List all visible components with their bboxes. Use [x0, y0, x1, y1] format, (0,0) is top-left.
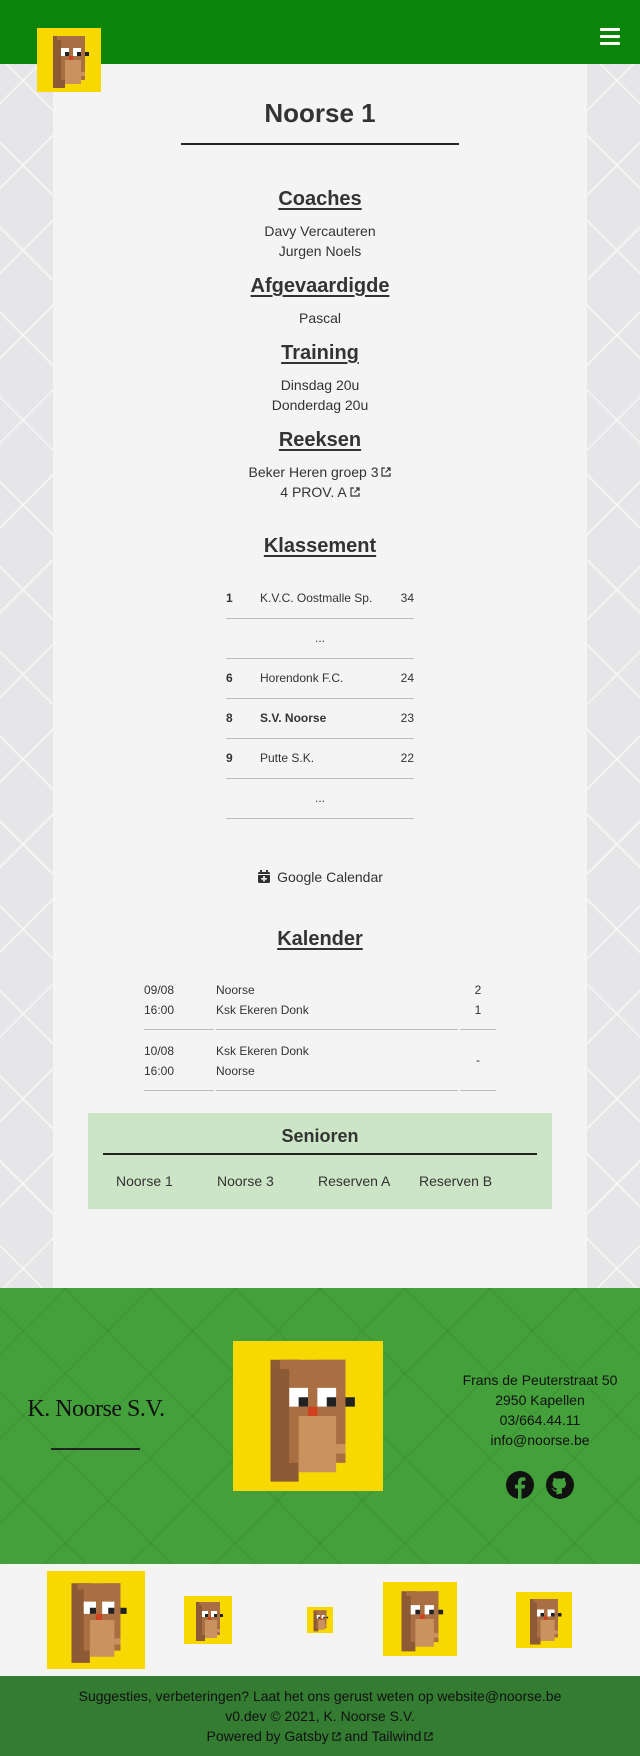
rank-points: 22: [386, 738, 414, 779]
sponsor-logo[interactable]: [47, 1571, 145, 1669]
title-divider: [181, 143, 459, 145]
match-away-team: Ksk Ekeren Donk: [216, 1002, 309, 1017]
hamburger-menu-icon[interactable]: [600, 28, 620, 45]
training-day: Dinsdag 20u: [280, 377, 360, 393]
facebook-icon[interactable]: [506, 1471, 534, 1499]
powered-by-line: Powered by Gatsby and Tailwind: [0, 1726, 640, 1746]
match-date: 10/08: [144, 1043, 175, 1058]
coaches-heading: Coaches: [278, 188, 362, 210]
match-home-team: Noorse: [216, 982, 255, 997]
rank-points: 23: [386, 698, 414, 739]
rank-position: 8: [226, 698, 260, 739]
ranking-table: 1 K.V.C. Oostmalle Sp. 34 ... 6 Horendon…: [226, 578, 414, 819]
rank-position: 1: [226, 578, 260, 619]
match-calendar-table: 09/08 16:00 Noorse Ksk Ekeren Donk 2 1 1…: [142, 969, 498, 1091]
club-logo[interactable]: [37, 28, 101, 92]
external-link-icon: [332, 1732, 341, 1741]
rank-points: 34: [386, 578, 414, 619]
footer-address: Frans de Peuterstraat 50 2950 Kapellen 0…: [440, 1370, 640, 1450]
ranking-row-own-team: 8 S.V. Noorse 23: [226, 698, 414, 739]
series-list: Beker Heren groep 3 4 PROV. A: [53, 462, 587, 502]
footer-club-name: K. Noorse S.V.: [27, 1396, 165, 1422]
team-page: Noorse 1 Coaches Davy Vercauteren Jurgen…: [53, 64, 587, 1288]
rank-gap: ...: [226, 618, 414, 659]
gatsby-link[interactable]: Gatsby: [284, 1728, 341, 1744]
sponsor-logo[interactable]: [307, 1607, 333, 1633]
rank-team: K.V.C. Oostmalle Sp.: [260, 578, 386, 619]
address-city: 2950 Kapellen: [495, 1392, 585, 1408]
sponsor-logo[interactable]: [383, 1582, 457, 1656]
version-line: v0.dev © 2021, K. Noorse S.V.: [225, 1708, 415, 1724]
address-phone: 03/664.44.11: [499, 1412, 581, 1428]
ranking-gap-row: ...: [226, 778, 414, 819]
training-list: Dinsdag 20u Donderdag 20u: [53, 375, 587, 415]
series-link[interactable]: 4 PROV. A: [280, 484, 360, 500]
rank-team: S.V. Noorse: [260, 698, 386, 739]
match-time: 16:00: [144, 1002, 175, 1017]
match-row: 10/08 16:00 Ksk Ekeren Donk Noorse -: [144, 1030, 496, 1091]
coach-name: Davy Vercauteren: [264, 223, 376, 239]
rank-gap: ...: [226, 778, 414, 819]
match-time: 16:00: [144, 1063, 175, 1078]
coaches-list: Davy Vercauteren Jurgen Noels: [53, 221, 587, 261]
ranking-row: 1 K.V.C. Oostmalle Sp. 34: [226, 578, 414, 619]
page-title: Noorse 1: [264, 98, 376, 128]
ranking-heading: Klassement: [263, 535, 377, 557]
suggestion-line: Suggesties, verbeteringen? Laat het ons …: [78, 1688, 562, 1704]
series-link[interactable]: Beker Heren groep 3: [249, 464, 392, 480]
senioren-link-reserven-a[interactable]: Reserven A: [318, 1173, 419, 1189]
delegate-name: Pascal: [298, 310, 342, 326]
training-day: Donderdag 20u: [271, 397, 369, 413]
github-icon[interactable]: [546, 1471, 574, 1499]
rank-position: 6: [226, 658, 260, 699]
rank-team: Horendonk F.C.: [260, 658, 386, 699]
calendar-plus-icon: [258, 869, 271, 883]
bottom-bar: Suggesties, verbeteringen? Laat het ons …: [0, 1676, 640, 1756]
calendar-heading: Kalender: [277, 927, 363, 950]
senioren-heading: Senioren: [281, 1125, 359, 1146]
rank-points: 24: [386, 658, 414, 699]
external-link-icon: [381, 467, 392, 477]
ranking-gap-row: ...: [226, 618, 414, 659]
series-heading: Reeksen: [278, 429, 362, 451]
match-result: -: [460, 1030, 496, 1091]
delegate-heading: Afgevaardigde: [250, 275, 390, 297]
senioren-link-noorse-1[interactable]: Noorse 1: [116, 1173, 217, 1189]
google-calendar-link[interactable]: Google Calendar: [257, 869, 383, 885]
website-email-link[interactable]: website@noorse.be: [437, 1688, 561, 1704]
senioren-link-noorse-3[interactable]: Noorse 3: [217, 1173, 318, 1189]
senioren-link-reserven-b[interactable]: Reserven B: [419, 1173, 520, 1189]
coach-name: Jurgen Noels: [278, 243, 362, 259]
match-home-team: Ksk Ekeren Donk: [216, 1043, 309, 1058]
address-street: Frans de Peuterstraat 50: [462, 1372, 618, 1388]
rank-position: 9: [226, 738, 260, 779]
footer-email-link[interactable]: info@noorse.be: [490, 1432, 589, 1448]
social-links: [506, 1471, 576, 1499]
ranking-row: 9 Putte S.K. 22: [226, 738, 414, 779]
training-heading: Training: [281, 342, 359, 364]
match-away-score: 1: [474, 1002, 482, 1017]
footer-squirrel-logo: [233, 1341, 383, 1491]
match-home-score: 2: [474, 982, 482, 997]
external-link-icon: [350, 487, 360, 497]
external-link-icon: [424, 1732, 434, 1741]
footer-divider: [51, 1448, 140, 1450]
google-calendar-row: Google Calendar: [53, 867, 587, 887]
sponsor-logo[interactable]: [516, 1592, 572, 1648]
senioren-nav: Senioren Noorse 1 Noorse 3 Reserven A Re…: [88, 1112, 552, 1209]
match-away-team: Noorse: [216, 1063, 255, 1078]
sponsor-logo[interactable]: [184, 1596, 232, 1644]
match-date: 09/08: [144, 982, 175, 997]
ranking-row: 6 Horendonk F.C. 24: [226, 658, 414, 699]
rank-team: Putte S.K.: [260, 738, 386, 779]
site-footer: K. Noorse S.V. Frans de Peuterstraat 50 …: [0, 1288, 640, 1564]
sponsor-strip: [0, 1564, 640, 1676]
tailwind-link[interactable]: Tailwind: [372, 1728, 434, 1744]
match-row: 09/08 16:00 Noorse Ksk Ekeren Donk 2 1: [144, 969, 496, 1030]
